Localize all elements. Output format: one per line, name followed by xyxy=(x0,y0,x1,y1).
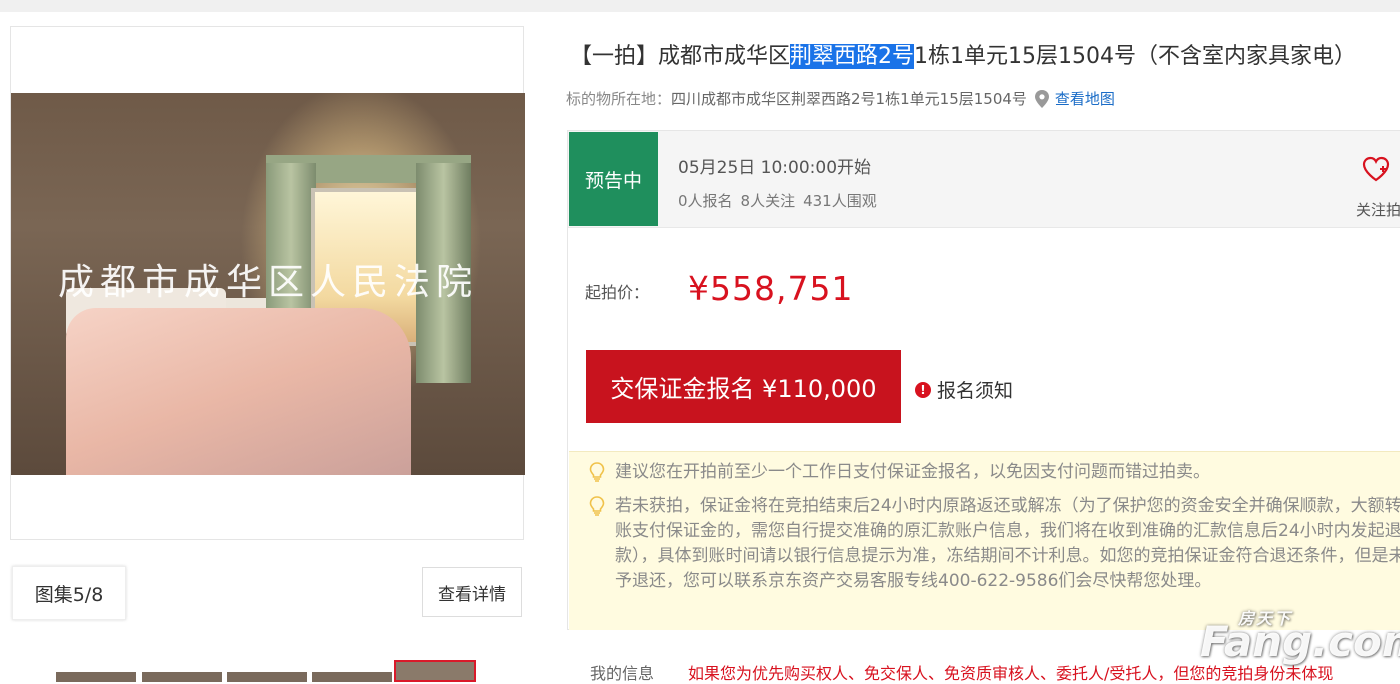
auction-title: 【一拍】成都市成华区荆翠西路2号1栋1单元15层1504号（不含室内家具家电） xyxy=(570,44,1356,69)
lightbulb-icon xyxy=(589,496,605,516)
tip-item: 若未获拍，保证金将在竞拍结束后24小时内原路返还或解冻（为了保护您的资金安全并确… xyxy=(587,494,1400,594)
thumbnail-selected[interactable] xyxy=(394,660,476,682)
registration-notice-link[interactable]: ! 报名须知 xyxy=(915,376,1013,403)
signup-count: 0人报名 xyxy=(678,192,733,210)
status-badge: 预告中 xyxy=(569,132,658,226)
follow-button-label[interactable]: 关注拍 xyxy=(1356,199,1400,220)
starting-price-label: 起拍价： xyxy=(585,283,650,302)
heart-icon[interactable] xyxy=(1361,155,1391,183)
fang-watermark-logo: 房天下 Fang.com xyxy=(1200,609,1400,666)
address-label: 标的物所在地： xyxy=(566,90,672,108)
alert-icon: ! xyxy=(915,381,931,398)
auction-panel: 预告中 05月25日 10:00:00开始 0人报名 8人关注 431人围观 关注拍… xyxy=(567,130,1400,630)
thumbnail[interactable] xyxy=(56,672,136,682)
starting-price-value: ¥558,751 xyxy=(688,269,854,308)
property-photo[interactable]: 成都市成华区人民法院 xyxy=(11,93,525,475)
title-highlight: 荆翠西路2号 xyxy=(790,44,915,69)
property-address: 标的物所在地： 四川成都市成华区荆翠西路2号1栋1单元15层1504号 查看地图 xyxy=(566,88,1115,109)
start-time: 05月25日 10:00:00开始 xyxy=(678,158,872,178)
tips-panel: 建议您在开拍前至少一个工作日支付保证金报名，以免因支付问题而错过拍卖。 若未获拍… xyxy=(569,451,1400,630)
pay-deposit-button[interactable]: 交保证金报名 ¥110,000 xyxy=(586,350,901,423)
follower-count: 8人关注 xyxy=(740,192,796,210)
thumbnail[interactable] xyxy=(312,672,392,682)
gallery-counter[interactable]: 图集5/8 xyxy=(12,566,126,620)
tip-item: 建议您在开拍前至少一个工作日支付保证金报名，以免因支付问题而错过拍卖。 xyxy=(587,460,1400,485)
map-pin-icon xyxy=(1034,89,1049,108)
view-details-button[interactable]: 查看详情 xyxy=(422,567,522,617)
status-row: 预告中 05月25日 10:00:00开始 0人报名 8人关注 431人围观 关注拍 xyxy=(568,131,1400,228)
address-value: 四川成都市成华区荆翠西路2号1栋1单元15层1504号 xyxy=(671,90,1027,108)
top-bar xyxy=(0,0,1400,12)
participation-counts: 0人报名 8人关注 431人围观 xyxy=(678,190,885,211)
viewer-count: 431人围观 xyxy=(803,192,877,210)
view-map-link[interactable]: 查看地图 xyxy=(1055,88,1115,109)
main-photo-frame: 成都市成华区人民法院 xyxy=(10,26,525,540)
my-info-label: 我的信息 xyxy=(590,664,655,683)
lightbulb-icon xyxy=(589,462,605,482)
court-watermark: 成都市成华区人民法院 xyxy=(57,262,478,303)
thumbnail[interactable] xyxy=(227,672,307,682)
thumbnail[interactable] xyxy=(142,672,222,682)
